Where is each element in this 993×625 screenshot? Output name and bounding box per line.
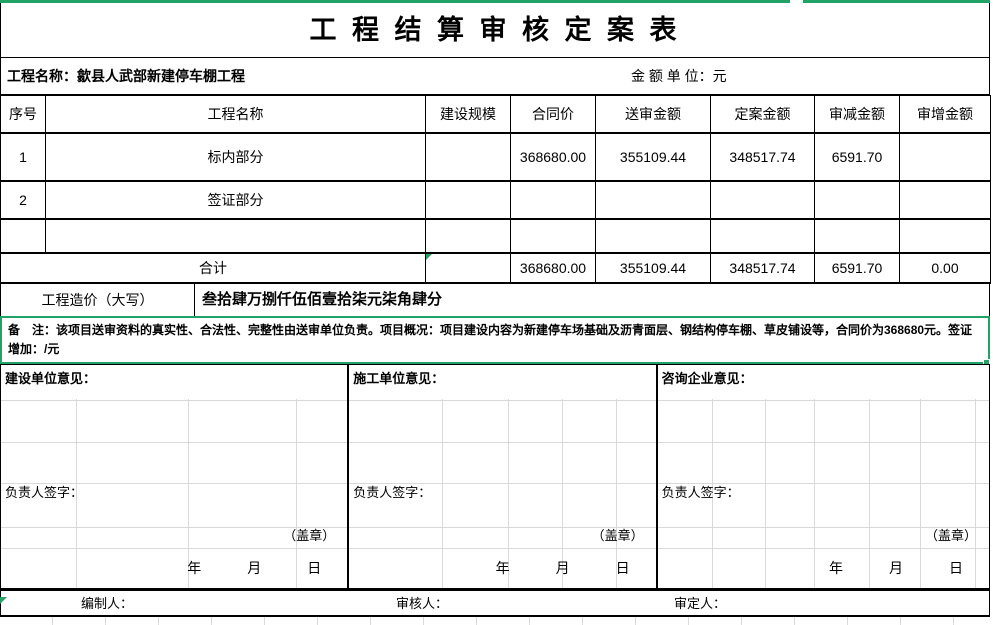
spreadsheet-form: 工 程 结 算 审 核 定 案 表 工程名称：歙县人武部新建停车棚工程 金 额 … (0, 0, 993, 625)
total-contract[interactable]: 368680.00 (511, 253, 596, 283)
total-increased[interactable]: 0.00 (900, 253, 991, 283)
cell-project[interactable]: 签证部分 (46, 181, 426, 219)
section-construction-unit[interactable]: 建设单位意见： 负责人签字： （盖章） 年 月 日 (1, 365, 347, 588)
remark-selected-cell[interactable]: 备 注：该项目送审资料的真实性、合法性、完整性由送审单位负责。项目概况：项目建设… (0, 316, 990, 364)
signer-label: 负责人签字： (5, 482, 83, 501)
table-row (1, 219, 991, 253)
cell-project[interactable]: 标内部分 (46, 133, 426, 181)
cell-reduced[interactable] (815, 181, 900, 219)
gridline (1, 548, 347, 549)
cell-finalized[interactable] (711, 219, 815, 253)
cell-submitted[interactable] (596, 219, 711, 253)
cell-increased[interactable] (900, 133, 991, 181)
header-submitted[interactable]: 送审金额 (596, 96, 711, 133)
cell-scale[interactable] (426, 181, 511, 219)
reviewer-label: 审核人： (396, 591, 448, 617)
cell-project[interactable] (46, 219, 426, 253)
cell-scale[interactable] (426, 133, 511, 181)
cell-submitted[interactable]: 355109.44 (596, 133, 711, 181)
date-line: 年 月 日 (349, 555, 629, 581)
cell-reduced[interactable] (815, 219, 900, 253)
total-finalized[interactable]: 348517.74 (711, 253, 815, 283)
cell-contract[interactable]: 368680.00 (511, 133, 596, 181)
header-seq[interactable]: 序号 (1, 96, 46, 133)
header-reduced[interactable]: 审减金额 (815, 96, 900, 133)
table-row: 2 签证部分 (1, 181, 991, 219)
seal-label: （盖章） (925, 525, 977, 544)
seal-label: （盖章） (592, 525, 644, 544)
comment-indicator-icon (0, 597, 7, 604)
total-reduced[interactable]: 6591.70 (815, 253, 900, 283)
year-label: 年 (187, 555, 201, 581)
header-contract[interactable]: 合同价 (511, 96, 596, 133)
table-total-row: 合计 368680.00 355109.44 348517.74 6591.70… (1, 253, 991, 283)
amount-in-words-row: 工程造价（大写） 叁拾肆万捌仟伍佰壹拾柒元柒角肆分 (0, 282, 990, 318)
cell-contract[interactable] (511, 219, 596, 253)
amount-in-words-label[interactable]: 工程造价（大写） (1, 282, 194, 318)
header-project[interactable]: 工程名称 (46, 96, 426, 133)
total-label[interactable]: 合计 (1, 253, 426, 283)
settlement-table: 序号 工程名称 建设规模 合同价 送审金额 定案金额 审减金额 审增金额 1 标… (0, 95, 991, 284)
date-line: 年 月 日 (658, 555, 963, 581)
project-name-label: 工程名称：歙县人武部新建停车棚工程 (7, 58, 245, 95)
year-label: 年 (496, 555, 510, 581)
gridline (349, 548, 655, 549)
gridline (658, 442, 989, 443)
header-increased[interactable]: 审增金额 (900, 96, 991, 133)
gridline (1, 442, 347, 443)
cell-seq[interactable]: 1 (1, 133, 46, 181)
cell-seq[interactable]: 2 (1, 181, 46, 219)
cell-seq[interactable] (1, 219, 46, 253)
gridline (658, 400, 989, 401)
year-label: 年 (829, 555, 843, 581)
date-line: 年 月 日 (1, 555, 321, 581)
table-row: 1 标内部分 368680.00 355109.44 348517.74 659… (1, 133, 991, 181)
gridline (349, 400, 655, 401)
gridline (349, 442, 655, 443)
cell-increased[interactable] (900, 219, 991, 253)
opinion-sections: 建设单位意见： 负责人签字： （盖章） 年 月 日 施工单位意见： 负责人签字：… (0, 364, 990, 591)
section-consulting-firm[interactable]: 咨询企业意见： 负责人签字： （盖章） 年 月 日 (656, 365, 989, 588)
cell-increased[interactable] (900, 181, 991, 219)
cell-contract[interactable] (511, 181, 596, 219)
cell-reduced[interactable]: 6591.70 (815, 133, 900, 181)
gridline (658, 548, 989, 549)
preparer-label: 编制人： (81, 591, 133, 617)
cell-finalized[interactable]: 348517.74 (711, 133, 815, 181)
month-label: 月 (247, 555, 261, 581)
comment-indicator-icon (426, 254, 432, 260)
seal-label: （盖章） (283, 525, 335, 544)
total-submitted[interactable]: 355109.44 (596, 253, 711, 283)
gridline (975, 399, 976, 588)
gridline (1, 400, 347, 401)
section-title: 施工单位意见： (353, 368, 444, 387)
day-label: 日 (949, 555, 963, 581)
amount-unit-label: 金 额 单 位：元 (631, 58, 727, 95)
section-title: 建设单位意见： (5, 368, 96, 387)
day-label: 日 (307, 555, 321, 581)
header-finalized[interactable]: 定案金额 (711, 96, 815, 133)
cell-finalized[interactable] (711, 181, 815, 219)
bottom-gridline-strip (0, 617, 993, 625)
signer-label: 负责人签字： (662, 482, 740, 501)
month-label: 月 (556, 555, 570, 581)
project-name-row[interactable]: 工程名称：歙县人武部新建停车棚工程 金 额 单 位：元 (0, 58, 990, 95)
section-contractor-unit[interactable]: 施工单位意见： 负责人签字： （盖章） 年 月 日 (347, 365, 655, 588)
cell-submitted[interactable] (596, 181, 711, 219)
footer-row[interactable]: 编制人： 审核人： 审定人： (0, 591, 990, 617)
header-scale[interactable]: 建设规模 (426, 96, 511, 133)
total-scale[interactable] (426, 253, 511, 283)
amount-in-words-value[interactable]: 叁拾肆万捌仟伍佰壹拾柒元柒角肆分 (194, 282, 991, 318)
day-label: 日 (616, 555, 630, 581)
signer-label: 负责人签字： (353, 482, 431, 501)
cell-scale[interactable] (426, 219, 511, 253)
form-title: 工 程 结 算 审 核 定 案 表 (0, 3, 990, 58)
approver-label: 审定人： (674, 591, 726, 617)
month-label: 月 (889, 555, 903, 581)
section-title: 咨询企业意见： (662, 368, 753, 387)
table-header-row: 序号 工程名称 建设规模 合同价 送审金额 定案金额 审减金额 审增金额 (1, 96, 991, 133)
